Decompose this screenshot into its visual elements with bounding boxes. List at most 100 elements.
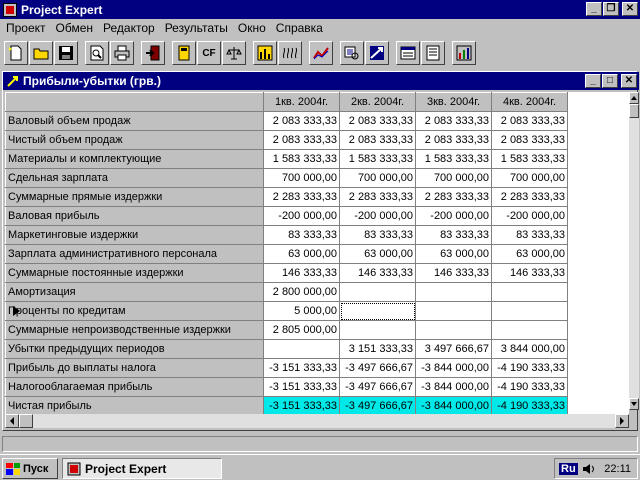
child-close-button[interactable]: ✕ <box>621 74 637 88</box>
balance-button[interactable] <box>222 41 246 65</box>
language-indicator[interactable]: Ru <box>559 462 578 475</box>
row-header[interactable]: Чистый объем продаж <box>5 130 264 150</box>
table-cell[interactable]: 700 000,00 <box>415 168 492 188</box>
column-header[interactable]: 3кв. 2004г. <box>415 92 492 112</box>
row-header[interactable]: Маркетинговые издержки <box>5 225 264 245</box>
table-cell[interactable]: 63 000,00 <box>263 244 340 264</box>
table-cell[interactable]: 1 583 333,33 <box>263 149 340 169</box>
taskbar-item-project-expert[interactable]: Project Expert <box>62 458 222 479</box>
table-cell[interactable]: 2 283 333,33 <box>415 187 492 207</box>
table-cell[interactable]: -200 000,00 <box>339 206 416 226</box>
save-button[interactable] <box>54 41 78 65</box>
table-cell[interactable]: 1 583 333,33 <box>491 149 568 169</box>
row-header[interactable]: Материалы и комплектующие <box>5 149 264 169</box>
table-cell[interactable]: 700 000,00 <box>263 168 340 188</box>
selected-cell[interactable] <box>339 301 416 321</box>
table-cell[interactable]: -200 000,00 <box>491 206 568 226</box>
table-cell[interactable]: 2 805 000,00 <box>263 320 340 340</box>
table-cell[interactable]: 2 083 333,33 <box>415 111 492 131</box>
table-cell[interactable]: 5 000,00 <box>263 301 340 321</box>
table-cell[interactable]: -3 151 333,33 <box>263 377 340 397</box>
scroll-up-button[interactable] <box>629 92 639 104</box>
table-cell[interactable]: 2 083 333,33 <box>491 111 568 131</box>
restore-button[interactable]: ❐ <box>603 2 619 16</box>
chart-bars-button[interactable] <box>253 41 277 65</box>
table-cell[interactable]: 2 083 333,33 <box>339 130 416 150</box>
row-header[interactable]: Сдельная зарплата <box>5 168 264 188</box>
table-cell[interactable]: 2 083 333,33 <box>263 111 340 131</box>
menu-results[interactable]: Результаты <box>161 21 234 35</box>
table-cell[interactable]: 2 800 000,00 <box>263 282 340 302</box>
clock[interactable]: 22:11 <box>604 463 631 475</box>
menu-editor[interactable]: Редактор <box>99 21 161 35</box>
table-cell[interactable]: -3 497 666,67 <box>339 377 416 397</box>
menu-exchange[interactable]: Обмен <box>52 21 100 35</box>
table-cell[interactable]: 146 333,33 <box>415 263 492 283</box>
table-cell[interactable]: 83 333,33 <box>415 225 492 245</box>
statistics-button[interactable] <box>452 41 476 65</box>
scroll-thumb[interactable] <box>629 104 639 118</box>
table-cell[interactable]: -3 497 666,67 <box>339 358 416 378</box>
highlighted-cell[interactable]: -3 497 666,67 <box>339 396 416 416</box>
table-cell[interactable]: -4 190 333,33 <box>491 358 568 378</box>
menu-window[interactable]: Окно <box>234 21 272 35</box>
table-cell[interactable]: 2 283 333,33 <box>491 187 568 207</box>
report-button[interactable] <box>396 41 420 65</box>
column-header[interactable]: 4кв. 2004г. <box>491 92 568 112</box>
row-header[interactable]: Валовая прибыль <box>5 206 264 226</box>
table-cell[interactable]: 2 283 333,33 <box>263 187 340 207</box>
table-cell[interactable]: 3 151 333,33 <box>339 339 416 359</box>
table-cell[interactable]: 2 083 333,33 <box>339 111 416 131</box>
table-cell[interactable]: 700 000,00 <box>339 168 416 188</box>
scroll-right-button[interactable] <box>615 414 629 428</box>
close-button[interactable]: ✕ <box>622 2 638 16</box>
table-cell[interactable]: 3 497 666,67 <box>415 339 492 359</box>
table-cell[interactable]: 1 583 333,33 <box>415 149 492 169</box>
row-header[interactable]: Чистая прибыль <box>5 396 264 416</box>
child-maximize-button[interactable]: □ <box>602 74 618 88</box>
child-minimize-button[interactable]: _ <box>585 74 601 88</box>
table-cell[interactable] <box>415 320 492 340</box>
table-cell[interactable]: 2 083 333,33 <box>263 130 340 150</box>
scroll-down-button[interactable] <box>629 398 639 410</box>
open-button[interactable] <box>29 41 53 65</box>
table-cell[interactable]: 2 083 333,33 <box>491 130 568 150</box>
horizontal-scroll-thumb[interactable] <box>19 414 33 428</box>
child-title-bar[interactable]: Прибыли-убытки (грв.) _ □ ✕ <box>3 72 639 90</box>
table-cell[interactable]: 146 333,33 <box>491 263 568 283</box>
table-cell[interactable]: -3 844 000,00 <box>415 377 492 397</box>
row-header[interactable]: Суммарные постоянные издержки <box>5 263 264 283</box>
cashflow-button[interactable]: CF <box>197 41 221 65</box>
table-cell[interactable]: -200 000,00 <box>415 206 492 226</box>
preview-button[interactable] <box>85 41 109 65</box>
row-header[interactable]: Суммарные прямые издержки <box>5 187 264 207</box>
corner-cell[interactable] <box>5 92 264 112</box>
start-button[interactable]: Пуск <box>2 458 58 479</box>
table-cell[interactable]: 83 333,33 <box>263 225 340 245</box>
line-chart-button[interactable] <box>309 41 333 65</box>
table-cell[interactable]: 2 083 333,33 <box>415 130 492 150</box>
table-cell[interactable]: -3 151 333,33 <box>263 358 340 378</box>
table-cell[interactable]: 63 000,00 <box>491 244 568 264</box>
table-cell[interactable]: 146 333,33 <box>263 263 340 283</box>
new-button[interactable] <box>4 41 28 65</box>
row-header[interactable]: Суммарные непроизводственные издержки <box>5 320 264 340</box>
app-title-bar[interactable]: Project Expert _ ❐ ✕ <box>0 0 640 19</box>
document-button[interactable] <box>421 41 445 65</box>
table-cell[interactable] <box>491 320 568 340</box>
minimize-button[interactable]: _ <box>586 2 602 16</box>
print-button[interactable] <box>110 41 134 65</box>
table-cell[interactable] <box>263 339 340 359</box>
scroll-left-button[interactable] <box>5 414 19 428</box>
column-header[interactable]: 1кв. 2004г. <box>263 92 340 112</box>
row-header[interactable]: Зарплата административного персонала <box>5 244 264 264</box>
table-cell[interactable] <box>339 320 416 340</box>
table-cell[interactable] <box>491 282 568 302</box>
table-cell[interactable]: 146 333,33 <box>339 263 416 283</box>
table-cell[interactable] <box>339 282 416 302</box>
table-cell[interactable]: -4 190 333,33 <box>491 377 568 397</box>
highlighted-cell[interactable]: -3 151 333,33 <box>263 396 340 416</box>
highlighted-cell[interactable]: -3 844 000,00 <box>415 396 492 416</box>
row-header[interactable]: Прибыль до выплаты налога <box>5 358 264 378</box>
row-header[interactable]: Убытки предыдущих периодов <box>5 339 264 359</box>
